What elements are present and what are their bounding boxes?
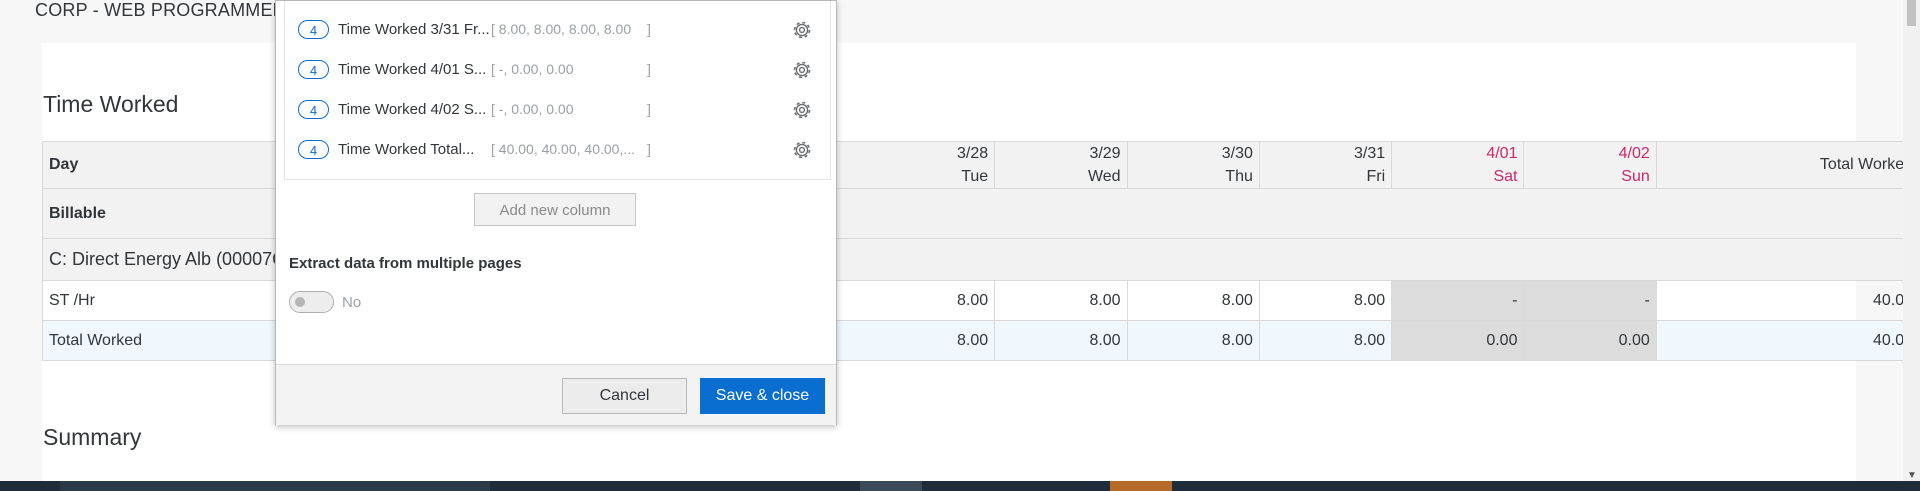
cell-total: 40.00	[1655, 280, 1920, 321]
taskbar-search[interactable]	[60, 481, 490, 491]
header-dow: Sat	[1493, 168, 1518, 185]
list-item[interactable]: 4 Time Worked 4/01 S... [ -, 0.00, 0.00 …	[285, 50, 830, 90]
list-item[interactable]: 4 Time Worked 4/02 S... [ -, 0.00, 0.00 …	[285, 90, 830, 130]
toggle-state-label: No	[342, 294, 362, 311]
cell-value[interactable]: 8.00	[1126, 280, 1260, 321]
extract-multiple-pages-toggle[interactable]	[289, 291, 334, 313]
page-header: CORP - WEB PROGRAMMER A	[35, 0, 303, 20]
header-date: 4/02	[1618, 145, 1650, 162]
header-date: 3/31	[1354, 145, 1386, 162]
header-date: 3/28	[957, 145, 989, 162]
section-title-time-worked: Time Worked	[43, 91, 179, 117]
gear-icon[interactable]	[790, 58, 814, 82]
column-values-close: ]	[647, 61, 651, 77]
header-dow: Wed	[1087, 168, 1121, 185]
toggle-knob	[295, 297, 305, 307]
column-name: Time Worked 3/31 Fr...	[338, 21, 490, 38]
cell-value: -	[1523, 280, 1657, 321]
cell-value: -	[1391, 280, 1525, 321]
header-dow: Sun	[1621, 168, 1650, 185]
dialog-footer: Cancel Save & close	[276, 364, 836, 425]
header-date: 4/01	[1486, 145, 1518, 162]
vertical-scrollbar[interactable]: ▼	[1903, 0, 1920, 481]
column-values-close: ]	[647, 21, 651, 37]
header-col-2: 3/30 Thu	[1126, 141, 1260, 189]
gear-icon[interactable]	[790, 18, 814, 42]
cell-value: 8.00	[1126, 320, 1260, 361]
header-dow: Tue	[961, 168, 989, 185]
cancel-button[interactable]: Cancel	[562, 378, 687, 414]
cell-value: 0.00	[1523, 320, 1657, 361]
header-col-0: 3/28 Tue	[824, 141, 996, 189]
header-col-1: 3/29 Wed	[994, 141, 1128, 189]
column-values: [ -, 0.00, 0.00	[491, 61, 574, 77]
cell-value: 8.00	[824, 320, 996, 361]
header-total-worked: Total Worked	[1655, 141, 1920, 189]
cell-value: 8.00	[994, 320, 1128, 361]
taskbar-app-icon[interactable]	[860, 481, 922, 491]
cell-value: 0.00	[1391, 320, 1525, 361]
header-col-5: 4/02 Sun	[1523, 141, 1657, 189]
header-col-3: 3/31 Fri	[1258, 141, 1393, 189]
header-dow: Thu	[1225, 168, 1253, 185]
column-count-badge: 4	[298, 100, 329, 119]
column-values: [ 40.00, 40.00, 40.00,...	[491, 141, 635, 157]
list-item[interactable]: 4 Time Worked Total... [ 40.00, 40.00, 4…	[285, 130, 830, 170]
gear-icon[interactable]	[790, 138, 814, 162]
header-col-4: 4/01 Sat	[1391, 141, 1525, 189]
save-and-close-button[interactable]: Save & close	[700, 378, 825, 414]
section-title-summary: Summary	[43, 424, 142, 450]
cell-value[interactable]: 8.00	[994, 280, 1128, 321]
column-list: 4 Time Worked 3/31 Fr... [ 8.00, 8.00, 8…	[284, 1, 831, 180]
gear-icon[interactable]	[790, 98, 814, 122]
column-settings-dialog: 4 Time Worked 3/31 Fr... [ 8.00, 8.00, 8…	[275, 0, 837, 425]
scroll-down-icon[interactable]: ▼	[1907, 470, 1917, 481]
column-values-close: ]	[647, 101, 651, 117]
column-count-badge: 4	[298, 140, 329, 159]
header-dow: Fri	[1366, 168, 1386, 185]
header-date: 3/30	[1221, 145, 1253, 162]
column-name: Time Worked Total...	[338, 141, 475, 158]
header-date: 3/29	[1089, 145, 1121, 162]
cell-value: 8.00	[1258, 320, 1393, 361]
cell-value[interactable]: 8.00	[824, 280, 996, 321]
column-values-close: ]	[647, 141, 651, 157]
taskbar-app-icon[interactable]	[1110, 481, 1172, 491]
column-name: Time Worked 4/02 S...	[338, 101, 487, 118]
cell-value[interactable]: 8.00	[1258, 280, 1393, 321]
list-item[interactable]: 4 Time Worked 3/31 Fr... [ 8.00, 8.00, 8…	[285, 10, 830, 50]
column-count-badge: 4	[298, 20, 329, 39]
column-values: [ 8.00, 8.00, 8.00, 8.00	[491, 21, 632, 37]
add-new-column-button[interactable]: Add new column	[474, 193, 636, 226]
cell-total: 40.00	[1655, 320, 1920, 361]
column-count-badge: 4	[298, 60, 329, 79]
scrollbar-thumb[interactable]	[1907, 0, 1916, 26]
extract-data-label: Extract data from multiple pages	[289, 255, 522, 272]
column-values: [ -, 0.00, 0.00	[491, 101, 574, 117]
taskbar	[0, 481, 1920, 491]
column-name: Time Worked 4/01 S...	[338, 61, 487, 78]
